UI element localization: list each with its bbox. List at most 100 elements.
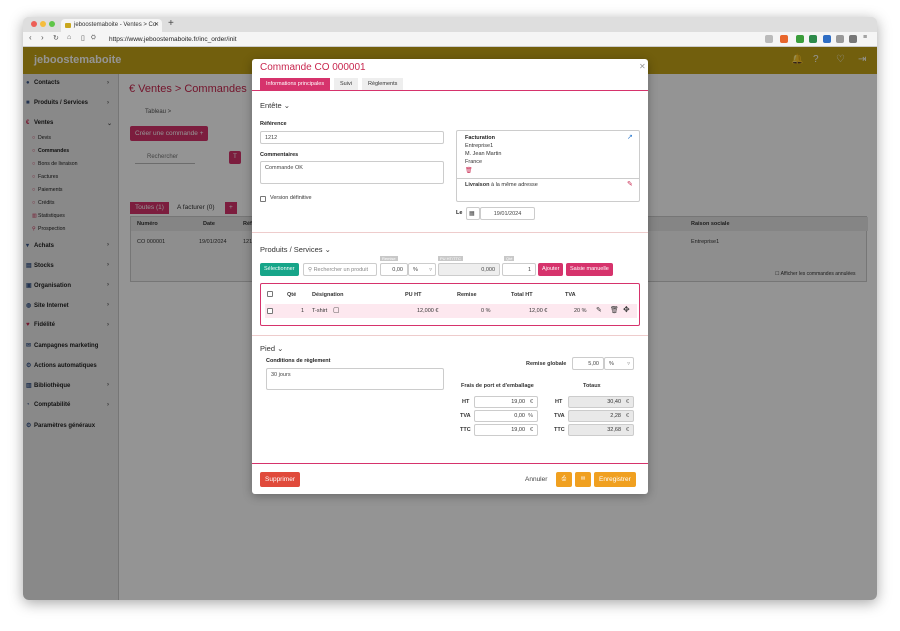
delete-button[interactable]: Supprimer xyxy=(260,472,300,487)
products-table: Qté Désignation PU HT Remise Total HT TV… xyxy=(260,283,640,326)
qty-input[interactable]: 1 xyxy=(502,263,536,276)
tab-reglements[interactable]: Règlements xyxy=(362,78,404,90)
product-search-input[interactable]: ⚲ Rechercher un produit xyxy=(303,263,377,276)
menu-icon[interactable]: ≡ xyxy=(863,34,867,41)
row-checkbox[interactable] xyxy=(267,308,273,314)
discount-unit-select[interactable]: % ▿ xyxy=(408,263,436,276)
billing-company: Entreprise1 xyxy=(465,143,494,149)
table-row[interactable]: 1 T-shirt ▢ 12,000 € 0 % 12,00 € 20 % ✎ … xyxy=(265,304,637,318)
cancel-button[interactable]: Annuler xyxy=(520,472,553,487)
total-tva-label: TVA xyxy=(554,413,565,419)
edit-icon[interactable]: ✎ xyxy=(627,180,633,188)
global-discount-input[interactable]: 5,00 xyxy=(572,357,604,370)
totals-title: Totaux xyxy=(583,383,601,389)
bookmark-icon[interactable]: ▯ xyxy=(81,34,85,42)
calendar-icon[interactable]: ▦ xyxy=(466,207,480,220)
col-unit-price: PU HT xyxy=(405,292,422,298)
manual-entry-button[interactable]: Saisie manuelle xyxy=(566,263,613,276)
col-total: Total HT xyxy=(511,292,533,298)
col-discount: Remise xyxy=(457,292,477,298)
extension-icon[interactable] xyxy=(836,35,844,43)
total-ht-label: HT xyxy=(555,399,563,405)
cell-total: 12,00 € xyxy=(529,308,548,314)
sidebar-toggle-icon[interactable] xyxy=(849,35,857,43)
move-icon[interactable]: ✥ xyxy=(623,305,630,314)
save-button[interactable]: Enregistrer xyxy=(594,472,636,487)
shipping-title: Frais de port et d'emballage xyxy=(461,383,534,389)
edit-icon[interactable]: ✎ xyxy=(596,306,602,314)
close-icon[interactable]: ✕ xyxy=(639,62,646,71)
minimize-window-button[interactable] xyxy=(40,21,46,27)
delivery-text: à la même adresse xyxy=(489,182,538,188)
footer-divider xyxy=(252,463,648,464)
chevron-down-icon: ⌄ xyxy=(283,101,291,110)
total-ht-field: 30,40 € xyxy=(568,396,634,408)
entete-label: Entête xyxy=(260,101,282,110)
comments-textarea[interactable]: Commande OK xyxy=(260,161,444,184)
total-ttc-value: 32,68 xyxy=(607,427,621,433)
pied-toggle[interactable]: Pied ⌄ xyxy=(260,344,283,353)
discount-input[interactable]: 0,00 xyxy=(380,263,408,276)
total-ht-value: 30,40 xyxy=(607,399,621,405)
url-field[interactable]: https://www.jeboostemaboite.fr/inc_order… xyxy=(109,34,237,45)
chevron-down-icon: ⌄ xyxy=(277,344,284,353)
section-divider xyxy=(252,335,648,336)
browser-tabbar: jeboostemaboite - Ventes > Co ✕ + xyxy=(23,17,877,32)
chevron-down-icon: ▿ xyxy=(627,361,630,367)
col-qty: Qté xyxy=(287,292,297,298)
total-tva-field: 2,28 € xyxy=(568,410,634,422)
product-search-placeholder: Rechercher un produit xyxy=(313,267,368,273)
final-version-checkbox[interactable] xyxy=(260,196,266,202)
print-icon[interactable]: ⎙ xyxy=(556,472,572,487)
extension-icon[interactable] xyxy=(823,35,831,43)
trash-icon[interactable]: 🗑 xyxy=(610,306,619,314)
close-window-button[interactable] xyxy=(31,21,37,27)
qty-mini-label: Qté xyxy=(504,256,515,261)
back-icon[interactable]: ‹ xyxy=(29,33,32,42)
price-input[interactable]: 0,000 xyxy=(438,263,500,276)
select-product-button[interactable]: Sélectionner xyxy=(260,263,299,276)
divider xyxy=(457,178,639,179)
shipping-tva-input[interactable]: 0,00% xyxy=(474,410,538,422)
maximize-window-button[interactable] xyxy=(49,21,55,27)
home-icon[interactable]: ⌂ xyxy=(67,34,71,41)
trash-icon[interactable]: 🗑 xyxy=(465,167,473,174)
tab-suivi[interactable]: Suivi xyxy=(334,78,358,90)
date-input[interactable]: 19/01/2024 xyxy=(480,207,535,220)
discount-unit: % xyxy=(413,267,418,273)
conditions-label: Conditions de règlement xyxy=(266,358,331,364)
col-vat: TVA xyxy=(565,292,576,298)
brave-icon[interactable] xyxy=(780,35,788,43)
discount-mini-label: Remise xyxy=(380,256,398,261)
forward-icon[interactable]: › xyxy=(41,33,44,42)
shipping-ht-unit: € xyxy=(529,399,533,405)
new-tab-button[interactable]: + xyxy=(168,18,174,29)
conditions-textarea[interactable]: 30 jours xyxy=(266,368,444,390)
global-discount-unit: % xyxy=(609,361,614,367)
extension-icon[interactable] xyxy=(809,35,817,43)
browser-tab[interactable]: jeboostemaboite - Ventes > Co ✕ xyxy=(61,19,162,32)
reload-icon[interactable]: ↻ xyxy=(53,34,59,42)
global-discount-unit-select[interactable]: % ▿ xyxy=(604,357,634,370)
select-all-checkbox[interactable] xyxy=(267,291,273,297)
col-designation: Désignation xyxy=(312,292,344,298)
products-toggle[interactable]: Produits / Services ⌄ xyxy=(260,245,331,254)
extension-icon[interactable] xyxy=(796,35,804,43)
cell-unit-price: 12,000 € xyxy=(417,308,439,314)
add-product-button[interactable]: Ajouter xyxy=(538,263,564,276)
reference-input[interactable]: 1212 xyxy=(260,131,444,144)
site-info-icon[interactable]: ⛭ xyxy=(91,35,96,42)
external-link-icon[interactable]: ↗ xyxy=(627,133,633,141)
entete-toggle[interactable]: Entête ⌄ xyxy=(260,101,290,110)
shipping-ht-input[interactable]: 19,00 € xyxy=(474,396,538,408)
comment-icon[interactable]: ▢ xyxy=(333,306,340,314)
delivery-label: Livraison xyxy=(465,182,490,188)
final-version-label: Version définitive xyxy=(270,195,312,201)
browser-window: jeboostemaboite - Ventes > Co ✕ + ‹ › ↻ ⌂… xyxy=(23,17,877,600)
shipping-ttc-input[interactable]: 19,00 € xyxy=(474,424,538,436)
pied-label: Pied xyxy=(260,344,276,353)
close-tab-icon[interactable]: ✕ xyxy=(154,19,159,32)
email-icon[interactable]: ✉ xyxy=(575,472,591,487)
tab-main-info[interactable]: Informations principales xyxy=(260,78,331,90)
cell-qty: 1 xyxy=(301,308,305,314)
